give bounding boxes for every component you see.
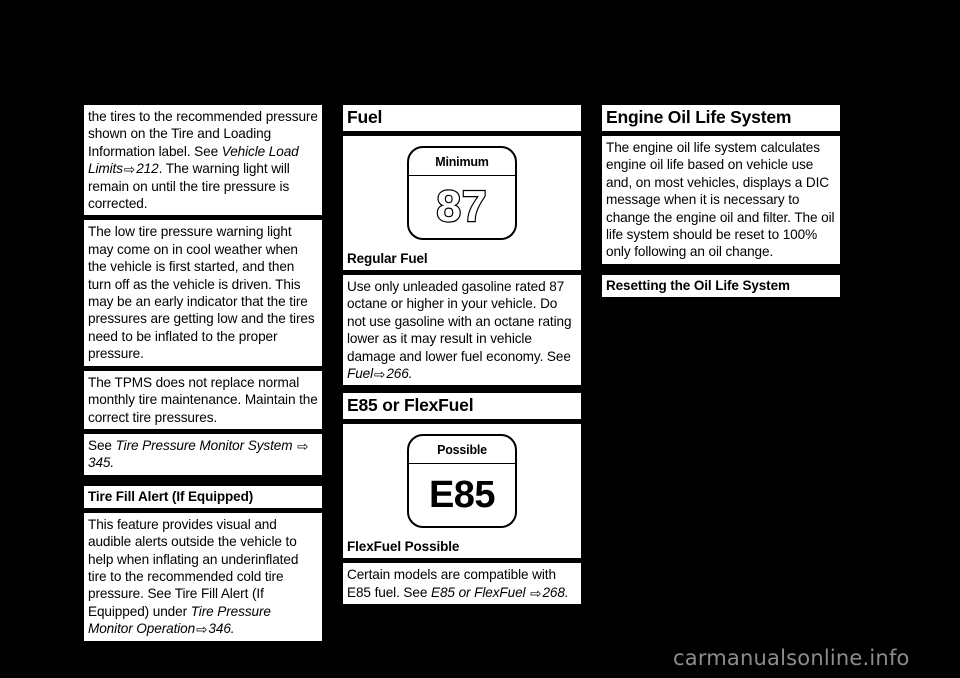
heading-resetting-oil-life-system: Resetting the Oil Life System xyxy=(602,274,840,297)
heading-e85-or-flexfuel: E85 or FlexFuel xyxy=(343,393,581,420)
paragraph-e85: Certain models are compatible with E85 f… xyxy=(343,563,581,605)
page-reference-arrow-icon: ⇨ xyxy=(297,438,309,454)
page-reference-arrow-icon: ⇨ xyxy=(196,622,208,638)
paragraph-tire-fill-alert: This feature provides visual and audible… xyxy=(84,512,322,641)
heading-tire-fill-alert: Tire Fill Alert (If Equipped) xyxy=(84,485,322,508)
manual-page: the tires to the recommended pressure sh… xyxy=(0,0,960,678)
text-fragment: . xyxy=(110,455,115,471)
text-line: the tires to the recommended xyxy=(88,109,263,124)
paragraph-regular-fuel: Use only unleaded gasoline rated 87 octa… xyxy=(343,275,581,386)
page-reference-arrow-icon: ⇨ xyxy=(123,162,136,178)
text-fragment: . The xyxy=(158,161,189,177)
text-fragment: See xyxy=(88,437,116,453)
cross-reference-title: Fuel xyxy=(347,366,374,382)
badge-e85-value: E85 xyxy=(428,474,496,517)
regular-fuel-badge-icon: Minimum 87 xyxy=(407,146,517,240)
cross-reference-page: 346 xyxy=(208,621,231,637)
cross-reference-page: 345 xyxy=(88,455,111,471)
badge-top-label: Minimum xyxy=(409,148,515,176)
caption-regular-fuel: Regular Fuel xyxy=(343,248,581,270)
text-fragment: . xyxy=(564,584,569,600)
cross-reference-title: E85 or FlexFuel xyxy=(431,584,526,600)
caption-flexfuel-possible: FlexFuel Possible xyxy=(343,536,581,559)
badge-octane-value: 87 xyxy=(435,182,488,231)
site-watermark: carmanualsonline.info xyxy=(673,646,910,670)
heading-engine-oil-life-system: Engine Oil Life System xyxy=(602,105,840,131)
paragraph-tpms-maintenance: The TPMS does not replace normal monthly… xyxy=(84,370,322,429)
text-fragment: Use only unleaded gasoline rated 87 octa… xyxy=(347,279,572,364)
middle-column: Fuel Minimum 87 Regular Fuel Use only un… xyxy=(343,105,581,605)
cross-reference-title: Tire Pressure Monitor System xyxy=(115,437,293,453)
text-fragment: . xyxy=(408,366,413,382)
left-column: the tires to the recommended pressure sh… xyxy=(84,105,322,641)
block-gap xyxy=(343,385,581,393)
cross-reference-page: 268 xyxy=(542,584,565,600)
figure-e85: Possible E85 xyxy=(343,424,581,537)
cross-reference-page: 212 xyxy=(136,161,159,177)
figure-regular-fuel: Minimum 87 xyxy=(343,136,581,248)
page-reference-arrow-icon: ⇨ xyxy=(374,367,386,383)
cross-reference-page: 266 xyxy=(386,366,409,382)
badge-body: E85 xyxy=(409,464,515,526)
paragraph-engine-oil-life-system: The engine oil life system calculates en… xyxy=(602,136,840,264)
block-gap xyxy=(84,475,322,486)
paragraph-see-tpms-reference: See Tire Pressure Monitor System ⇨ 345. xyxy=(84,433,322,475)
heading-fuel: Fuel xyxy=(343,105,581,131)
paragraph-recommended-pressure: the tires to the recommended pressure sh… xyxy=(84,105,322,216)
badge-top-label: Possible xyxy=(409,436,515,465)
e85-badge-icon: Possible E85 xyxy=(407,434,517,529)
paragraph-low-pressure-warning: The low tire pressure warning light may … xyxy=(84,220,322,366)
text-fragment: . xyxy=(230,621,235,637)
right-column: Engine Oil Life System The engine oil li… xyxy=(602,105,840,297)
badge-body: 87 xyxy=(409,176,515,238)
block-gap xyxy=(602,264,840,275)
page-reference-arrow-icon: ⇨ xyxy=(530,585,542,601)
